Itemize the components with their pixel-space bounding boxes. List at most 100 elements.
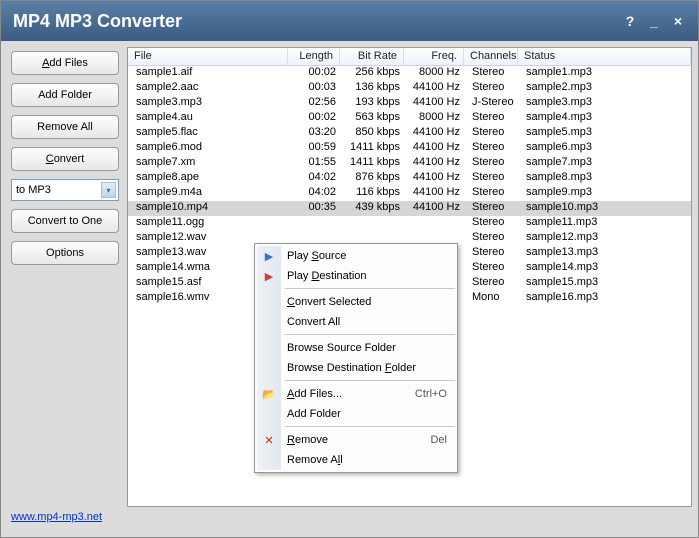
cell-br: [342, 216, 406, 231]
cell-br: 1411 kbps: [342, 141, 406, 156]
cell-fr: 44100 Hz: [406, 126, 466, 141]
menu-add-folder[interactable]: Add Folder: [257, 404, 455, 424]
cell-br: 876 kbps: [342, 171, 406, 186]
cell-ch: Stereo: [466, 201, 520, 216]
cell-file: sample5.flac: [130, 126, 290, 141]
convert-to-one-button[interactable]: Convert to One: [11, 209, 119, 233]
cell-file: sample2.aac: [130, 81, 290, 96]
cell-br: 563 kbps: [342, 111, 406, 126]
cell-fr: 44100 Hz: [406, 141, 466, 156]
col-channels[interactable]: Channels: [464, 48, 518, 65]
menu-add-files[interactable]: 📂Add Files...Ctrl+O: [257, 384, 455, 404]
add-files-button[interactable]: Add Files: [11, 51, 119, 75]
chevron-down-icon: ▾: [101, 182, 116, 198]
col-bitrate[interactable]: Bit Rate: [340, 48, 404, 65]
format-select[interactable]: to MP3 ▾: [11, 179, 119, 201]
cell-ch: Stereo: [466, 246, 520, 261]
table-row[interactable]: sample10.mp400:35439 kbps44100 HzStereos…: [128, 201, 691, 216]
close-button[interactable]: ×: [670, 13, 686, 29]
cell-len: 00:59: [290, 141, 342, 156]
cell-file: sample10.mp4: [130, 201, 290, 216]
cell-ch: Stereo: [466, 141, 520, 156]
table-row[interactable]: sample7.xm01:551411 kbps44100 HzStereosa…: [128, 156, 691, 171]
cell-file: sample1.aif: [130, 66, 290, 81]
website-link[interactable]: www.mp4-mp3.net: [11, 511, 102, 523]
cell-ch: Stereo: [466, 171, 520, 186]
cell-st: sample1.mp3: [520, 66, 691, 81]
menu-remove-all[interactable]: Remove All: [257, 450, 455, 470]
cell-br: 1411 kbps: [342, 156, 406, 171]
cell-len: 02:56: [290, 96, 342, 111]
remove-all-button[interactable]: Remove All: [11, 115, 119, 139]
table-row[interactable]: sample11.oggStereosample11.mp3: [128, 216, 691, 231]
cell-st: sample2.mp3: [520, 81, 691, 96]
cell-fr: 44100 Hz: [406, 186, 466, 201]
play-blue-icon: ▶: [261, 250, 277, 263]
add-folder-button[interactable]: Add Folder: [11, 83, 119, 107]
cell-ch: Stereo: [466, 261, 520, 276]
cell-ch: Stereo: [466, 81, 520, 96]
app-title: MP4 MP3 Converter: [13, 11, 614, 32]
cell-br: 193 kbps: [342, 96, 406, 111]
table-row[interactable]: sample3.mp302:56193 kbps44100 HzJ-Stereo…: [128, 96, 691, 111]
cell-fr: 44100 Hz: [406, 171, 466, 186]
play-red-icon: ▶: [261, 270, 277, 283]
menu-convert-all[interactable]: Convert All: [257, 312, 455, 332]
minimize-button[interactable]: _: [646, 13, 662, 29]
cell-ch: Stereo: [466, 66, 520, 81]
menu-play-source[interactable]: ▶Play Source: [257, 246, 455, 266]
help-button[interactable]: ?: [622, 13, 638, 29]
table-row[interactable]: sample9.m4a04:02116 kbps44100 HzStereosa…: [128, 186, 691, 201]
menu-remove[interactable]: ✕RemoveDel: [257, 430, 455, 450]
table-row[interactable]: sample8.ape04:02876 kbps44100 HzStereosa…: [128, 171, 691, 186]
menu-browse-destination[interactable]: Browse Destination Folder: [257, 358, 455, 378]
file-list: File Length Bit Rate Freq. Channels Stat…: [127, 47, 692, 507]
options-button[interactable]: Options: [11, 241, 119, 265]
cell-br: 136 kbps: [342, 81, 406, 96]
cell-st: sample14.mp3: [520, 261, 691, 276]
convert-button[interactable]: Convert: [11, 147, 119, 171]
col-file[interactable]: File: [128, 48, 288, 65]
cell-len: 01:55: [290, 156, 342, 171]
cell-ch: Mono: [466, 291, 520, 306]
menu-convert-selected[interactable]: Convert Selected: [257, 292, 455, 312]
col-freq[interactable]: Freq.: [404, 48, 464, 65]
table-row[interactable]: sample1.aif00:02256 kbps8000 HzStereosam…: [128, 66, 691, 81]
cell-st: sample3.mp3: [520, 96, 691, 111]
col-status[interactable]: Status: [518, 48, 691, 65]
col-length[interactable]: Length: [288, 48, 340, 65]
context-menu: ▶Play Source ▶Play Destination Convert S…: [254, 243, 458, 473]
cell-len: 00:03: [290, 81, 342, 96]
cell-fr: 44100 Hz: [406, 201, 466, 216]
cell-st: sample9.mp3: [520, 186, 691, 201]
cell-ch: Stereo: [466, 216, 520, 231]
cell-st: sample8.mp3: [520, 171, 691, 186]
cell-ch: Stereo: [466, 156, 520, 171]
cell-br: 256 kbps: [342, 66, 406, 81]
cell-st: sample11.mp3: [520, 216, 691, 231]
cell-st: sample6.mp3: [520, 141, 691, 156]
table-row[interactable]: sample2.aac00:03136 kbps44100 HzStereosa…: [128, 81, 691, 96]
sidebar: Add Files Add Folder Remove All Convert …: [7, 47, 127, 507]
cell-st: sample13.mp3: [520, 246, 691, 261]
cell-st: sample15.mp3: [520, 276, 691, 291]
menu-browse-source[interactable]: Browse Source Folder: [257, 338, 455, 358]
cell-st: sample7.mp3: [520, 156, 691, 171]
titlebar: MP4 MP3 Converter ? _ ×: [1, 1, 698, 41]
cell-ch: Stereo: [466, 111, 520, 126]
cell-ch: Stereo: [466, 276, 520, 291]
cell-fr: 8000 Hz: [406, 66, 466, 81]
menu-play-destination[interactable]: ▶Play Destination: [257, 266, 455, 286]
cell-br: 439 kbps: [342, 201, 406, 216]
table-header: File Length Bit Rate Freq. Channels Stat…: [128, 48, 691, 66]
cell-ch: Stereo: [466, 186, 520, 201]
table-row[interactable]: sample4.au00:02563 kbps8000 HzStereosamp…: [128, 111, 691, 126]
table-row[interactable]: sample6.mod00:591411 kbps44100 HzStereos…: [128, 141, 691, 156]
cell-br: 850 kbps: [342, 126, 406, 141]
cell-len: 00:35: [290, 201, 342, 216]
cell-ch: Stereo: [466, 231, 520, 246]
cell-len: [290, 216, 342, 231]
cell-file: sample7.xm: [130, 156, 290, 171]
table-row[interactable]: sample5.flac03:20850 kbps44100 HzStereos…: [128, 126, 691, 141]
cell-file: sample6.mod: [130, 141, 290, 156]
